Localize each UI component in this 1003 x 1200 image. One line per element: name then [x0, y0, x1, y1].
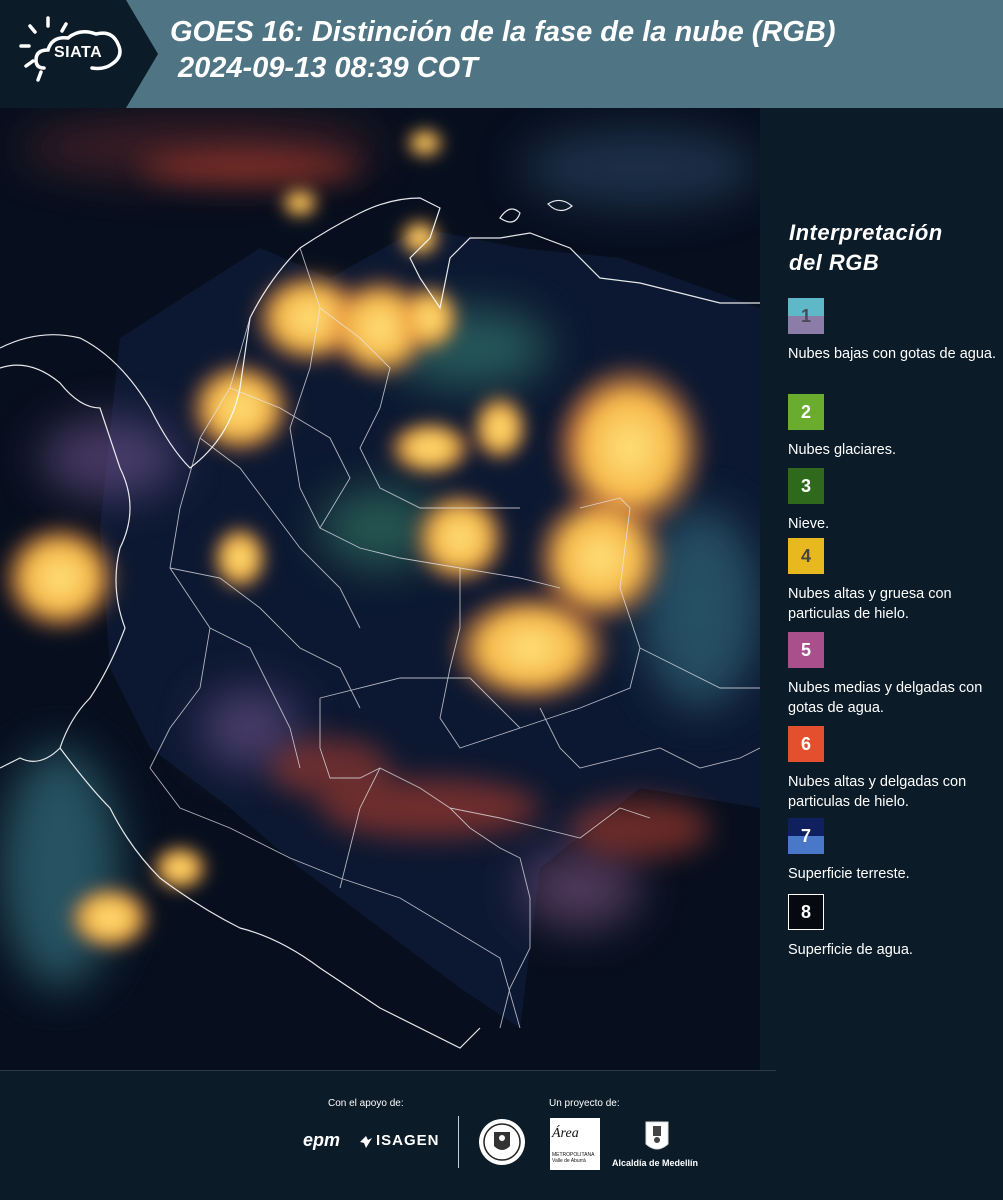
legend-label-4: Nubes altas y gruesa con particulas de h…: [788, 586, 952, 622]
rgb-legend-panel: Interpretación del RGB 1 Nubes bajas con…: [760, 108, 1003, 1070]
legend-swatch-6: 6: [788, 726, 824, 762]
siata-logo-text: SIATA: [54, 44, 103, 61]
title-timestamp: 2024-09-13 08:39 COT: [178, 52, 478, 84]
legend-label-3: Nieve.: [788, 516, 830, 532]
alcaldia-medellin-label: Alcaldía de Medellín: [612, 1158, 699, 1168]
legend-label-2: Nubes glaciares.: [788, 442, 896, 458]
title-product: GOES 16: Distinción de la fase de la nub…: [170, 16, 836, 48]
legend-label-8: Superficie de agua.: [788, 942, 913, 958]
legend-swatch-5: 5: [788, 632, 824, 668]
legend-number-8: 8: [800, 902, 811, 922]
legend-number-6: 6: [800, 734, 811, 754]
legend-number-4: 4: [800, 546, 811, 566]
legend-number-3: 3: [800, 476, 811, 496]
satellite-rgb-map: [0, 108, 760, 1070]
university-seal-icon: [479, 1119, 525, 1165]
legend-item-6: 6 Nubes altas y delgadas con particulas …: [788, 726, 998, 812]
header-bar: SIATA GOES 16: Distinción de la fase de …: [0, 0, 1003, 108]
legend-item-3: 3 Nieve.: [788, 468, 998, 534]
medellin-coat-of-arms-icon: [645, 1121, 669, 1150]
legend-number-2: 2: [800, 402, 811, 422]
footer-vertical-divider: [458, 1116, 459, 1168]
footer-divider: [0, 1070, 776, 1071]
legend-swatch-7: 7: [788, 818, 824, 854]
legend-item-8: 8 Superficie de agua.: [788, 894, 998, 960]
legend-label-1: Nubes bajas con gotas de agua.: [788, 346, 996, 362]
legend-swatch-1: 1: [788, 298, 824, 334]
support-label: Con el apoyo de:: [328, 1098, 404, 1109]
legend-label-6: Nubes altas y delgadas con particulas de…: [788, 774, 967, 810]
legend-item-2: 2 Nubes glaciares.: [788, 394, 998, 460]
isagen-logo: ISAGEN: [376, 1132, 440, 1149]
area-logo-text: Área: [552, 1126, 579, 1141]
legend-item-4: 4 Nubes altas y gruesa con particulas de…: [788, 538, 998, 624]
area-logo-subtitle-line2: Valle de Aburrá: [552, 1158, 586, 1164]
legend-item-7: 7 Superficie terreste.: [788, 818, 998, 884]
legend-swatch-8: 8: [788, 894, 824, 930]
legend-swatch-2: 2: [788, 394, 824, 430]
legend-label-5: Nubes medias y delgadas con gotas de agu…: [788, 680, 983, 716]
legend-swatch-3: 3: [788, 468, 824, 504]
legend-title-line2: del RGB: [789, 250, 880, 275]
legend-number-7: 7: [800, 826, 811, 846]
legend-swatch-4: 4: [788, 538, 824, 574]
legend-item-1: 1 Nubes bajas con gotas de agua.: [788, 298, 998, 364]
legend-label-7: Superficie terreste.: [788, 866, 910, 882]
legend-number-1: 1: [800, 306, 811, 326]
legend-item-5: 5 Nubes medias y delgadas con gotas de a…: [788, 632, 998, 718]
page-title: GOES 16: Distinción de la fase de la nub…: [170, 14, 836, 86]
area-metropolitana-logo: Área METROPOLITANA Valle de Aburrá: [550, 1118, 600, 1170]
sponsor-footer: Con el apoyo de: Un proyecto de: epm ISA…: [0, 1070, 1003, 1200]
epm-logo: epm: [303, 1130, 341, 1150]
area-logo-subtitle: METROPOLITANA Valle de Aburrá: [552, 1152, 594, 1164]
siata-logo: SIATA: [0, 0, 158, 108]
legend-title-line1: Interpretación: [789, 220, 943, 245]
project-label: Un proyecto de:: [549, 1098, 620, 1109]
legend-number-5: 5: [800, 640, 811, 660]
legend-title: Interpretación del RGB: [789, 218, 943, 278]
isagen-icon: [360, 1136, 372, 1148]
